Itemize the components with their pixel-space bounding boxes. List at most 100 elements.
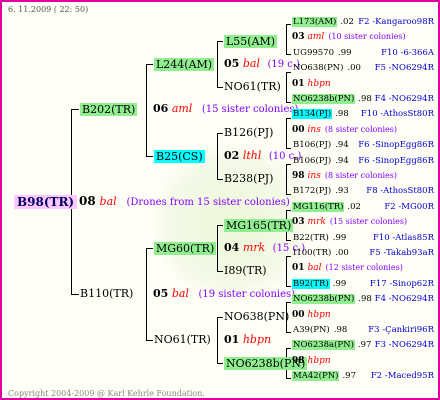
gen4-reference-link[interactable]: F17 -Sinop62R	[370, 280, 434, 289]
gen4-abbr: bal	[307, 263, 322, 273]
gen4-reference-link[interactable]: F10 -6-366A	[381, 49, 434, 58]
gen4-value: .98	[358, 294, 372, 304]
gen4-colony-info: 00 ins (8 sister colonies)	[292, 126, 397, 135]
gen3-fmf-name: B126(PJ)	[224, 126, 274, 139]
gen4-reference-link[interactable]: F4 -NO6294R	[375, 95, 434, 104]
gen4-abbr: hbpn	[307, 79, 331, 89]
gen4-ancestor: A39(PN) .98	[292, 326, 347, 335]
connector	[217, 133, 218, 179]
connector	[286, 332, 291, 333]
connector	[286, 148, 291, 149]
connector	[286, 210, 291, 211]
connector	[286, 24, 287, 54]
gen4-note: (12 sister colonies)	[325, 263, 403, 272]
gen4-name: MG116(TR)	[292, 202, 345, 212]
mother-name: B110(TR)	[80, 287, 134, 300]
gen4-ancestor: I100(TR) .00	[292, 249, 349, 258]
gen4-colony-info: 98 hbpn	[292, 357, 331, 366]
connector	[286, 72, 291, 73]
gen2-mm-name: NO61(TR)	[154, 333, 211, 346]
gen3-ffm-name: NO61(TR)	[224, 80, 281, 93]
gen4-value: .99	[332, 279, 347, 289]
gen4-value: .02	[347, 202, 361, 212]
gen4-year: 01	[292, 263, 305, 273]
gen4-year: 98	[292, 171, 305, 181]
connector	[217, 41, 218, 87]
gen4-colony-info: 03 mrk (15 sister colonies)	[292, 218, 407, 227]
gen3-mmf-name: NO638(PN)	[224, 310, 290, 323]
gen4-ancestor: B172(PJ) .93	[292, 187, 349, 196]
gen4-reference-link[interactable]: F5 -NO6294R	[375, 64, 434, 73]
gen4-value: .98	[358, 94, 372, 104]
gen4-ancestor: NO6238b(PN) .98	[292, 94, 372, 104]
root-queen-name: B98(TR)	[14, 195, 78, 209]
gen4-reference-link[interactable]: F6 -SinopEgg86R	[358, 157, 434, 166]
gen4-name: UG99570	[293, 48, 334, 58]
gen2-ff-info: 05 bal (19 c.)	[224, 57, 300, 70]
gen4-reference-link[interactable]: F10 -AthosSt80R	[361, 110, 434, 119]
gen2-fm-name: B25(CS)	[154, 150, 205, 163]
gen4-reference-link[interactable]: F3 -Çankiri96R	[368, 326, 434, 335]
connector	[286, 164, 287, 194]
connector	[217, 317, 218, 363]
gen4-ancestor: B134(PJ) .98	[292, 109, 349, 119]
gen4-colony-info: 03 aml (10 sister colonies)	[292, 33, 406, 42]
gen4-year: 01	[292, 79, 305, 89]
gen4-name: A39(PN)	[293, 325, 330, 335]
gen4-ancestor: NO638(PN) .00	[292, 64, 361, 73]
gen2-fm-info: 02 lthl (10 c.)	[224, 149, 302, 162]
gen4-ancestor: MA42(PN) .97	[292, 371, 356, 381]
connector	[146, 64, 147, 156]
gen3-mfm-name: I89(TR)	[224, 264, 267, 277]
connector	[286, 118, 287, 148]
gen4-abbr: ins	[307, 171, 321, 181]
father-info: 06 aml (15 sister colonies)	[153, 102, 299, 115]
gen3-fff-name: L55(AM)	[224, 35, 278, 48]
gen4-year: 03	[292, 217, 305, 227]
gen2-mf-name: MG60(TR)	[154, 242, 217, 255]
gen4-ancestor: B92(TR) .99	[292, 279, 347, 289]
gen4-ancestor: B106(PJ) .94	[292, 141, 349, 150]
gen4-reference-link[interactable]: F2 -Kangaroo98R	[358, 18, 434, 27]
mother-info: 05 bal (19 sister colonies)	[153, 287, 296, 300]
gen3-fmm-name: B238(PJ)	[224, 172, 274, 185]
gen4-ancestor: NO6238a(PN) .97	[292, 340, 372, 350]
gen4-note: (8 sister colonies)	[324, 125, 398, 134]
connector	[286, 118, 291, 119]
gen4-abbr: aml	[307, 32, 325, 42]
gen4-value: .97	[357, 340, 372, 350]
father-name: B202(TR)	[80, 103, 138, 116]
gen4-year: 00	[292, 310, 305, 320]
root-info: 08 bal (Drones from 15 sister colonies)	[79, 194, 290, 208]
gen4-name: NO6238b(PN)	[292, 94, 356, 104]
connector	[217, 133, 223, 134]
gen4-value: .00	[335, 248, 349, 258]
gen4-year: 98	[292, 356, 305, 366]
connector	[146, 248, 147, 340]
gen4-reference-link[interactable]: F3 -NO6294R	[375, 341, 434, 350]
connector	[71, 294, 79, 295]
gen4-reference-link[interactable]: F2 -MG00R	[384, 203, 434, 212]
gen4-reference-link[interactable]: F5 -Takab93aR	[369, 249, 434, 258]
gen4-reference-link[interactable]: F8 -AthosSt80R	[366, 187, 434, 196]
connector	[286, 240, 291, 241]
gen4-reference-link[interactable]: F6 -SinopEgg86R	[358, 141, 434, 150]
gen4-reference-link[interactable]: F2 -Maced95R	[371, 372, 434, 381]
gen4-value: .99	[332, 233, 347, 243]
gen4-ancestor: NO6238b(PN) .98	[292, 294, 372, 304]
connector	[286, 256, 287, 286]
gen4-reference-link[interactable]: F10 -Atlas85R	[373, 234, 434, 243]
gen4-reference-link[interactable]: F4 -NO6294R	[375, 295, 434, 304]
connector	[286, 302, 291, 303]
gen4-name: B106(PJ)	[293, 140, 332, 150]
gen4-value: .97	[342, 371, 356, 381]
gen4-name: B106(PJ)	[293, 156, 332, 166]
gen4-value: .94	[335, 140, 349, 150]
connector	[286, 54, 291, 55]
gen4-ancestor: L173(AM) .02	[292, 17, 354, 27]
connector	[286, 286, 291, 287]
gen4-name: L173(AM)	[292, 17, 338, 27]
gen4-colony-info: 01 bal (12 sister colonies)	[292, 264, 403, 273]
gen4-colony-info: 01 hbpn	[292, 80, 331, 89]
gen4-value: .93	[335, 186, 349, 196]
